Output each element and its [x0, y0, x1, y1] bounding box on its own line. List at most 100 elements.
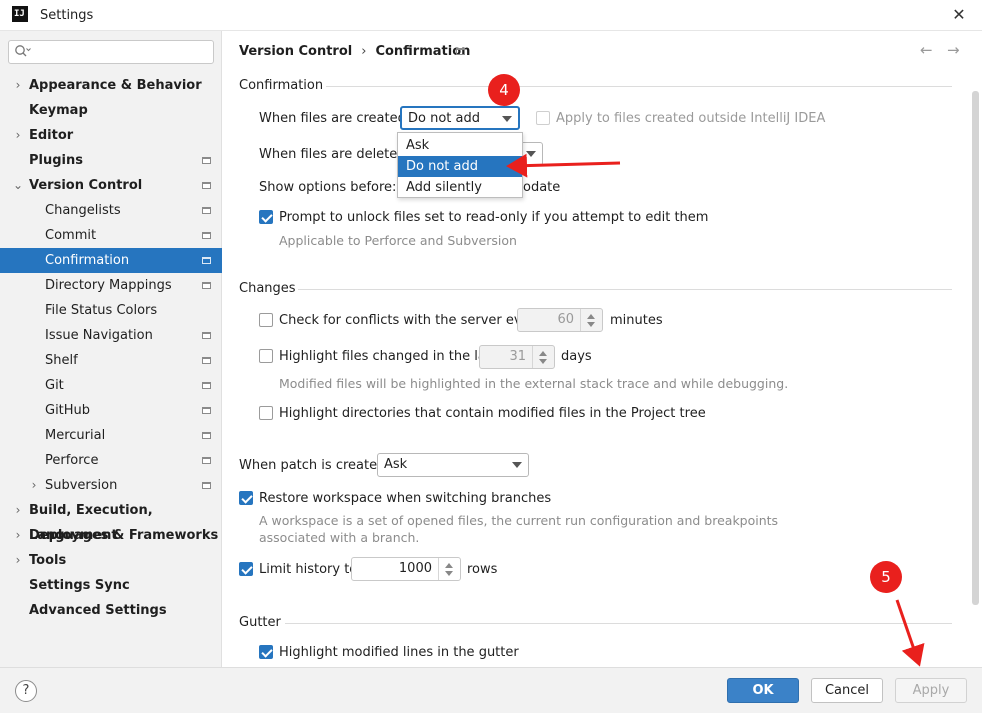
project-scope-icon — [202, 457, 211, 464]
section-divider — [298, 289, 952, 290]
close-icon[interactable]: ✕ — [948, 4, 970, 26]
sidebar-item-advanced-settings[interactable]: Advanced Settings — [0, 598, 222, 623]
spinner-up-icon[interactable] — [587, 314, 595, 319]
breadcrumb-parent[interactable]: Version Control — [239, 44, 352, 59]
show-options-suffix: odate — [523, 180, 561, 195]
sidebar-item-label: Settings Sync — [29, 578, 130, 593]
sidebar-item-keymap[interactable]: Keymap — [0, 98, 222, 123]
settings-sidebar: › Appearance & Behavior Keymap › Editor Plugi… — [0, 31, 222, 667]
sidebar-item-file-status-colors[interactable]: File Status Colors — [0, 298, 222, 323]
back-arrow-icon[interactable]: ← — [920, 41, 933, 59]
sidebar-item-label: Tools — [29, 553, 67, 568]
project-scope-icon — [202, 382, 211, 389]
sidebar-item-shelf[interactable]: Shelf — [0, 348, 222, 373]
project-scope-icon — [202, 482, 211, 489]
limit-history-checkbox[interactable] — [239, 562, 253, 576]
project-scope-icon — [202, 282, 211, 289]
chevron-right-icon[interactable]: › — [12, 73, 24, 98]
check-conflicts-spinner[interactable]: 60 — [517, 308, 603, 332]
sidebar-item-subversion[interactable]: › Subversion — [0, 473, 222, 498]
spinner-down-icon[interactable] — [587, 322, 595, 327]
highlight-changed-checkbox[interactable] — [259, 349, 273, 363]
check-conflicts-checkbox[interactable] — [259, 313, 273, 327]
sidebar-item-commit[interactable]: Commit — [0, 223, 222, 248]
help-icon[interactable]: ? — [15, 680, 37, 702]
spinner-up-icon[interactable] — [539, 351, 547, 356]
restore-workspace-checkbox[interactable] — [239, 491, 253, 505]
patch-dropdown[interactable]: Ask — [377, 453, 529, 477]
patch-value: Ask — [384, 457, 408, 472]
files-created-options-popup: Ask Do not add Add silently — [397, 132, 523, 198]
spinner-buttons[interactable] — [438, 558, 460, 580]
sidebar-item-label: Appearance & Behavior — [29, 78, 202, 93]
sidebar-item-languages-frameworks[interactable]: › Languages & Frameworks — [0, 523, 222, 548]
sidebar-item-mercurial[interactable]: Mercurial — [0, 423, 222, 448]
highlight-changed-spinner[interactable]: 31 — [479, 345, 555, 369]
sidebar-item-tools[interactable]: › Tools — [0, 548, 222, 573]
spinner-buttons[interactable] — [580, 309, 602, 331]
chevron-down-icon — [526, 151, 536, 157]
sidebar-item-git[interactable]: Git — [0, 373, 222, 398]
sidebar-item-directory-mappings[interactable]: Directory Mappings — [0, 273, 222, 298]
search-input[interactable] — [8, 40, 214, 64]
sidebar-item-issue-navigation[interactable]: Issue Navigation — [0, 323, 222, 348]
highlight-lines-checkbox[interactable] — [259, 645, 273, 659]
prompt-unlock-checkbox[interactable] — [259, 210, 273, 224]
cancel-button[interactable]: Cancel — [811, 678, 883, 703]
sidebar-item-settings-sync[interactable]: Settings Sync — [0, 573, 222, 598]
sidebar-item-version-control[interactable]: ⌄ Version Control — [0, 173, 222, 198]
restore-workspace-hint-1: A workspace is a set of opened files, th… — [259, 513, 779, 528]
chevron-right-icon[interactable]: › — [12, 498, 24, 523]
spinner-up-icon[interactable] — [445, 563, 453, 568]
search-icon — [15, 45, 31, 57]
sidebar-item-github[interactable]: GitHub — [0, 398, 222, 423]
restore-workspace-label: Restore workspace when switching branche… — [259, 491, 552, 506]
spinner-buttons[interactable] — [532, 346, 554, 368]
sidebar-item-label: Advanced Settings — [29, 603, 167, 618]
highlight-changed-unit: days — [561, 349, 592, 364]
sidebar-item-perforce[interactable]: Perforce — [0, 448, 222, 473]
chevron-right-icon[interactable]: › — [12, 123, 24, 148]
sidebar-item-changelists[interactable]: Changelists — [0, 198, 222, 223]
chevron-down-icon[interactable]: ⌄ — [12, 173, 24, 198]
sidebar-item-label: Version Control — [29, 178, 143, 193]
chevron-right-icon[interactable]: › — [28, 473, 40, 498]
project-scope-icon — [456, 48, 465, 55]
sidebar-item-build-execution-deployment[interactable]: › Build, Execution, Deployment — [0, 498, 222, 543]
gutter-section-title: Gutter — [239, 615, 281, 630]
check-conflicts-value: 60 — [557, 312, 574, 327]
apply-outside-checkbox[interactable] — [536, 111, 550, 125]
option-do-not-add[interactable]: Do not add — [398, 156, 522, 177]
chevron-right-icon[interactable]: › — [12, 548, 24, 573]
limit-history-spinner[interactable]: 1000 — [351, 557, 461, 581]
sidebar-item-label: GitHub — [45, 403, 91, 418]
project-scope-icon — [202, 257, 211, 264]
ok-button[interactable]: OK — [727, 678, 799, 703]
window-title: Settings — [40, 8, 94, 23]
vertical-scrollbar[interactable] — [972, 91, 979, 605]
project-scope-icon — [202, 357, 211, 364]
sidebar-item-plugins[interactable]: Plugins — [0, 148, 222, 173]
spinner-down-icon[interactable] — [445, 571, 453, 576]
files-created-dropdown[interactable]: Do not add — [400, 106, 520, 130]
chevron-down-icon — [502, 116, 512, 122]
sidebar-item-editor[interactable]: › Editor — [0, 123, 222, 148]
chevron-right-icon[interactable]: › — [12, 523, 24, 548]
sidebar-item-confirmation[interactable]: Confirmation — [0, 248, 222, 273]
forward-arrow-icon[interactable]: → — [947, 41, 960, 59]
option-add-silently[interactable]: Add silently — [398, 177, 522, 198]
sidebar-item-label: Editor — [29, 128, 74, 143]
highlight-dirs-checkbox[interactable] — [259, 406, 273, 420]
sidebar-item-label: Commit — [45, 228, 97, 243]
option-ask[interactable]: Ask — [398, 135, 522, 156]
prompt-unlock-label: Prompt to unlock files set to read-only … — [279, 210, 709, 225]
spinner-down-icon[interactable] — [539, 359, 547, 364]
content-panel: Version Control › Confirmation ← → Confirm… — [223, 31, 982, 667]
sidebar-item-label: Confirmation — [45, 253, 130, 268]
apply-outside-label: Apply to files created outside IntelliJ … — [556, 111, 826, 126]
sidebar-item-label: Git — [45, 378, 64, 393]
sidebar-item-appearance-behavior[interactable]: › Appearance & Behavior — [0, 73, 222, 98]
sidebar-item-label: Issue Navigation — [45, 328, 153, 343]
changes-section-title: Changes — [239, 281, 296, 296]
apply-button[interactable]: Apply — [895, 678, 967, 703]
